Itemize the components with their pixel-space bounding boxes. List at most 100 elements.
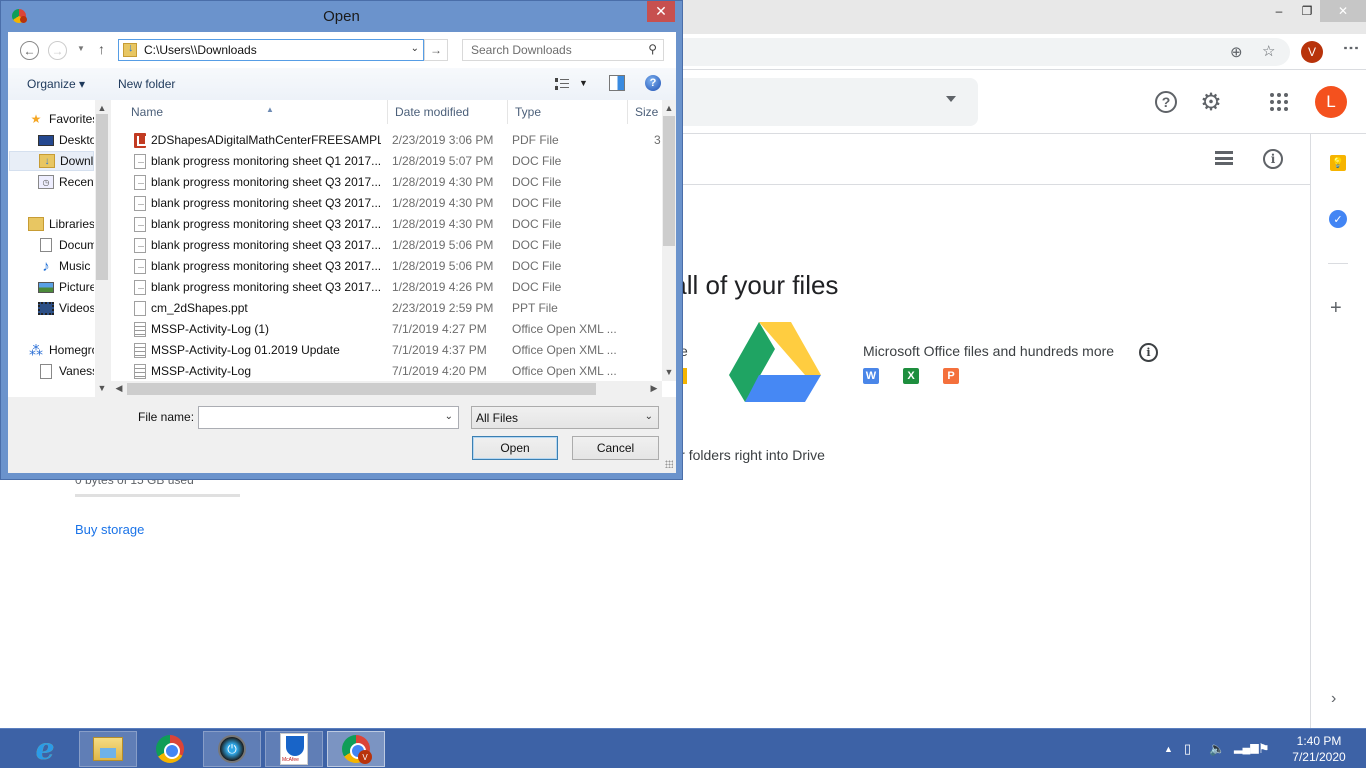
chrome-menu-icon[interactable]: ⋮ [1342,40,1359,56]
address-bar[interactable]: ⊕ ☆ [600,38,1290,66]
action-center-flag-icon[interactable]: ⚑ [1258,741,1270,757]
file-list-horizontal-scrollbar[interactable]: ◀ ▶ [111,381,662,397]
chrome-profile-avatar[interactable]: V [1301,41,1323,63]
tasks-icon[interactable]: ✓ [1329,210,1347,228]
recent-locations-dropdown-icon[interactable]: ▼ [77,44,85,53]
file-type: PDF File [512,133,559,147]
nav-pane-scroll-thumb[interactable] [96,114,108,280]
nav-item-documents[interactable]: Documents [38,235,94,255]
scroll-left-arrow-icon[interactable]: ◀ [112,383,126,394]
bookmark-star-icon[interactable]: ☆ [1262,42,1275,60]
column-header-name[interactable]: Name ▲ [124,100,388,124]
column-header-date[interactable]: Date modified [388,100,508,124]
up-folder-button[interactable]: ↑ [98,41,105,57]
file-row[interactable]: MSSP-Activity-Log (1) 7/1/2019 4:27 PM Off… [111,319,662,340]
nav-item-downloads[interactable]: ↓ Downloads [9,151,94,171]
file-row[interactable]: blank progress monitoring sheet Q3 2017.… [111,256,662,277]
nav-item-music[interactable]: ♪ Music [38,256,94,276]
nav-item-videos[interactable]: Videos [38,298,94,318]
back-button[interactable]: ← [20,41,39,60]
change-view-icon[interactable] [555,78,569,90]
taskbar-power-app[interactable]: ⏻ [203,731,261,767]
file-row[interactable]: blank progress monitoring sheet Q3 2017.… [111,277,662,298]
buy-storage-link[interactable]: Buy storage [75,522,144,537]
scroll-up-arrow-icon[interactable]: ▲ [662,103,676,113]
list-view-icon[interactable] [1215,151,1233,165]
column-header-type[interactable]: Type [508,100,628,124]
maximize-button[interactable]: ❐ [1292,0,1322,22]
scroll-down-arrow-icon[interactable]: ▼ [95,383,109,393]
taskbar-file-explorer[interactable] [79,731,137,767]
file-row[interactable]: blank progress monitoring sheet Q3 2017.… [111,193,662,214]
power-app-icon: ⏻ [218,735,246,763]
file-row[interactable]: MSSP-Activity-Log 01.2019 Update 7/1/2019… [111,340,662,361]
resize-grip[interactable] [665,460,673,468]
scroll-down-arrow-icon[interactable]: ▼ [662,367,676,377]
file-type: DOC File [512,175,562,189]
address-path-field[interactable]: C:\Users\\Downloads ⌄ [118,39,424,61]
details-info-icon[interactable]: i [1263,149,1283,169]
battery-icon[interactable]: ▯ [1184,741,1191,757]
file-name-input[interactable]: ⌄ [198,406,459,429]
file-list-hscroll-thumb[interactable] [127,383,596,395]
search-downloads-input[interactable]: Search Downloads ⚲ [462,39,664,61]
taskbar-mcafee-vpn[interactable] [265,731,323,767]
volume-icon[interactable]: 🔈 [1209,741,1225,757]
help-icon[interactable]: ? [1155,91,1177,113]
taskbar-internet-explorer[interactable]: e [16,731,74,767]
file-row[interactable]: blank progress monitoring sheet Q3 2017.… [111,235,662,256]
go-arrow-button[interactable]: → [424,39,448,61]
view-options-dropdown-icon[interactable]: ▼ [579,78,588,88]
dialog-close-button[interactable]: ✕ [647,1,675,22]
column-header-label: Date modified [395,105,470,119]
nav-item-libraries[interactable]: Libraries [28,214,94,234]
add-to-page-icon[interactable]: ⊕ [1230,43,1243,61]
close-button[interactable]: ✕ [1320,0,1366,22]
taskbar-google-chrome[interactable] [141,731,199,767]
address-history-dropdown-icon[interactable]: ⌄ [411,43,419,54]
file-row[interactable]: MSSP-Activity-Log 7/1/2019 4:20 PM Office … [111,361,662,382]
scroll-right-arrow-icon[interactable]: ▶ [647,383,661,394]
file-name-dropdown-icon[interactable]: ⌄ [445,411,453,422]
minimize-button[interactable]: ‒ [1264,0,1294,22]
network-signal-icon[interactable]: ▂▄▆ [1234,741,1259,754]
nav-item-vanessa[interactable]: Vanessa [38,361,94,381]
file-row[interactable]: 2DShapesADigitalMathCenterFREESAMPLE 2/23… [111,130,662,151]
nav-pane-scrollbar[interactable]: ▲ ▼ [95,100,109,397]
file-row[interactable]: blank progress monitoring sheet Q3 2017.… [111,172,662,193]
show-hidden-icons[interactable]: ▲ [1164,744,1173,754]
office-info-icon[interactable]: i [1139,343,1158,362]
preview-pane-icon[interactable] [609,75,625,91]
organize-menu-button[interactable]: Organize ▾ [27,77,85,91]
scroll-up-arrow-icon[interactable]: ▲ [95,103,109,113]
nav-item-recent-places[interactable]: ◷ Recent places [38,172,94,192]
nav-item-favorites[interactable]: ★ Favorites [28,109,94,129]
doc-file-icon [134,259,146,274]
forward-button[interactable]: → [48,41,67,60]
help-icon[interactable]: ? [645,75,661,91]
clock-time: 1:40 PM [1296,734,1342,748]
add-addon-icon[interactable]: + [1330,297,1342,320]
search-icon[interactable]: ⚲ [648,42,657,56]
apps-icon[interactable] [1270,93,1288,111]
file-list-scroll-thumb[interactable] [663,116,675,246]
system-clock[interactable]: 1:40 PM 7/21/2020 [1284,733,1354,765]
open-button[interactable]: Open [472,436,558,460]
file-row[interactable]: blank progress monitoring sheet Q3 2017.… [111,214,662,235]
account-avatar[interactable]: L [1315,86,1347,118]
file-row[interactable]: blank progress monitoring sheet Q1 2017.… [111,151,662,172]
cancel-button[interactable]: Cancel [572,436,659,460]
file-list-vertical-scrollbar[interactable]: ▲ ▼ [662,100,676,381]
settings-icon[interactable]: ⚙ [1199,89,1223,116]
nav-item-pictures[interactable]: Pictures [38,277,94,297]
file-row[interactable]: cm_2dShapes.ppt 2/23/2019 2:59 PM PPT File [111,298,662,319]
keep-icon[interactable]: 💡 [1330,155,1346,171]
file-name: blank progress monitoring sheet Q3 2017.… [151,175,381,189]
nav-item-homegroup[interactable]: ⁂ Homegroup [28,340,94,360]
file-type-filter-select[interactable]: All Files ⌄ [471,406,659,429]
expand-panel-icon[interactable]: › [1331,690,1336,708]
taskbar-chrome-profile[interactable]: V [327,731,385,767]
new-folder-button[interactable]: New folder [118,77,175,91]
nav-item-desktop[interactable]: Desktop [38,130,94,150]
search-options-icon[interactable] [946,96,956,102]
